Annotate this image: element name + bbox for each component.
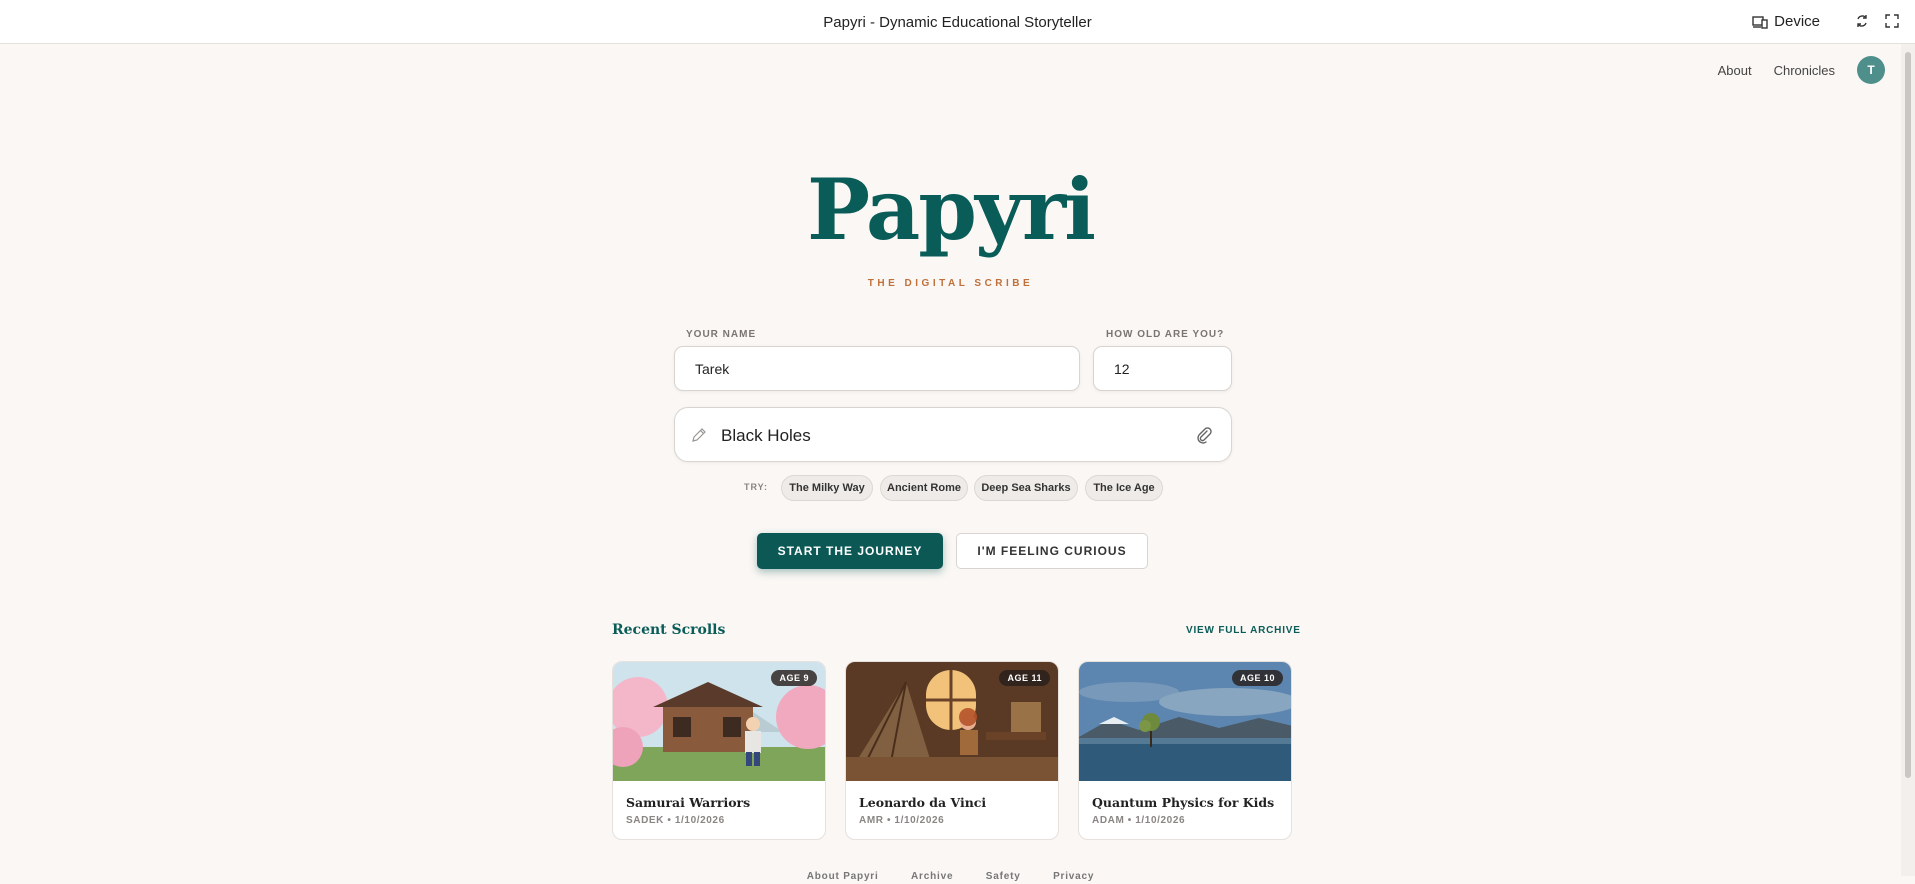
user-avatar[interactable]: T: [1857, 56, 1885, 84]
suggestion-chip[interactable]: The Ice Age: [1085, 475, 1163, 501]
age-badge: AGE 10: [1231, 670, 1283, 686]
start-journey-button[interactable]: START THE JOURNEY: [757, 533, 943, 569]
card-title: Quantum Physics for Kids: [1092, 795, 1275, 810]
papyri-logo: Papyri: [806, 160, 1096, 259]
suggestion-chip[interactable]: Deep Sea Sharks: [974, 475, 1078, 501]
pencil-icon: [692, 428, 706, 442]
card-title: Leonardo da Vinci: [859, 795, 987, 810]
name-field[interactable]: [674, 346, 1080, 391]
age-badge: AGE 11: [999, 670, 1050, 686]
nav-chronicles-link[interactable]: Chronicles: [1774, 63, 1835, 78]
window-title: Papyri - Dynamic Educational Storyteller: [823, 14, 1092, 31]
card-meta: ADAM • 1/10/2026: [1092, 815, 1186, 826]
age-field[interactable]: [1093, 346, 1232, 391]
suggestion-chip[interactable]: The Milky Way: [781, 475, 873, 501]
page-scrollbar[interactable]: [1901, 44, 1915, 876]
footer-about-link[interactable]: About Papyri: [807, 871, 879, 882]
suggestion-chip[interactable]: Ancient Rome: [880, 475, 968, 501]
age-label: HOW OLD ARE YOU?: [1106, 329, 1225, 340]
recent-scrolls-heading: Recent Scrolls: [612, 622, 726, 638]
card-meta: AMR • 1/10/2026: [859, 815, 945, 826]
footer-safety-link[interactable]: Safety: [986, 871, 1021, 882]
refresh-icon[interactable]: [1855, 14, 1869, 28]
view-archive-link[interactable]: VIEW FULL ARCHIVE: [1186, 625, 1301, 636]
nav-about-link[interactable]: About: [1718, 63, 1752, 78]
device-button[interactable]: Device: [1752, 13, 1820, 30]
topic-input[interactable]: [719, 423, 1163, 449]
footer-privacy-link[interactable]: Privacy: [1053, 871, 1094, 882]
app-title-bar: Papyri - Dynamic Educational Storyteller…: [0, 0, 1915, 44]
scroll-card[interactable]: AGE 11 Leonardo da Vinci AMR • 1/10/2026: [845, 661, 1059, 840]
footer-archive-link[interactable]: Archive: [911, 871, 953, 882]
paperclip-icon[interactable]: [1195, 426, 1213, 444]
top-nav: About Chronicles T: [1718, 56, 1885, 84]
card-title: Samurai Warriors: [626, 795, 751, 810]
device-icon: [1752, 15, 1768, 29]
topic-field[interactable]: [674, 407, 1232, 462]
footer: About Papyri Archive Safety Privacy: [0, 866, 1901, 884]
card-meta: SADEK • 1/10/2026: [626, 815, 725, 826]
feeling-curious-button[interactable]: I'M FEELING CURIOUS: [956, 533, 1148, 569]
scroll-card[interactable]: AGE 10 Quantum Physics for Kids ADAM • 1…: [1078, 661, 1292, 840]
scroll-card[interactable]: AGE 9 Samurai Warriors SADEK • 1/10/2026: [612, 661, 826, 840]
age-badge: AGE 9: [771, 670, 817, 686]
name-label: YOUR NAME: [686, 329, 757, 340]
scrollbar-thumb[interactable]: [1905, 52, 1911, 778]
fullscreen-icon[interactable]: [1885, 14, 1899, 28]
name-input[interactable]: [693, 359, 1079, 378]
try-label: TRY:: [744, 482, 768, 492]
tagline: THE DIGITAL SCRIBE: [867, 278, 1034, 289]
device-label: Device: [1774, 13, 1820, 30]
age-input[interactable]: [1112, 359, 1231, 378]
